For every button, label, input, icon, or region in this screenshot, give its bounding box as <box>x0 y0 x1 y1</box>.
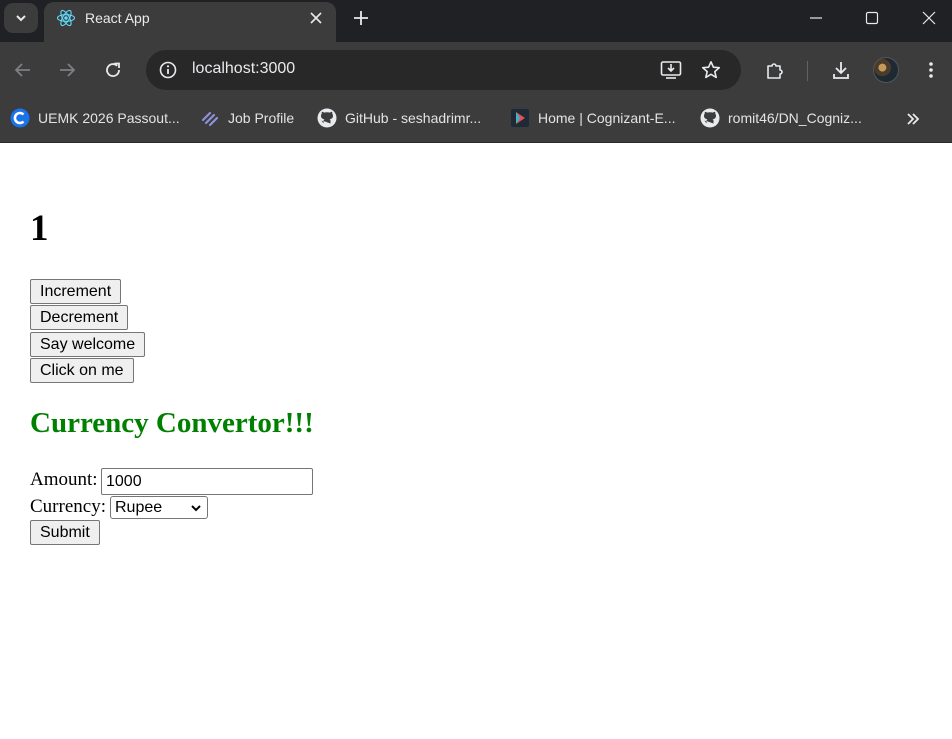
back-button[interactable] <box>9 56 37 84</box>
currency-select[interactable]: Rupee <box>110 496 208 519</box>
page-viewport: 1 Increment Decrement Say welcome Click … <box>0 143 952 739</box>
bookmark-label: UEMK 2026 Passout... <box>38 110 180 126</box>
amount-input[interactable] <box>101 468 313 495</box>
maximize-button[interactable] <box>855 5 889 31</box>
close-icon <box>922 11 936 25</box>
reload-icon <box>106 62 120 77</box>
bookmark-job-profile[interactable]: Job Profile <box>200 106 294 130</box>
arrow-left-icon <box>14 63 30 77</box>
bookmarks-overflow-button[interactable] <box>902 108 924 130</box>
decrement-button[interactable]: Decrement <box>30 305 129 330</box>
close-window-button[interactable] <box>912 5 946 31</box>
more-vertical-icon <box>929 62 933 78</box>
react-logo-icon <box>56 9 76 27</box>
amount-label: Amount: <box>30 469 98 490</box>
tab-title: React App <box>85 10 150 26</box>
forward-button[interactable] <box>53 56 81 84</box>
arrow-right-icon <box>60 63 76 77</box>
maximize-icon <box>865 11 879 25</box>
github-icon <box>700 108 720 128</box>
github-icon <box>317 108 337 128</box>
extensions-button[interactable] <box>761 56 789 84</box>
puzzle-icon <box>767 63 783 79</box>
bookmark-label: Home | Cognizant-E... <box>538 110 676 126</box>
say-welcome-button[interactable]: Say welcome <box>30 332 146 357</box>
star-icon <box>701 61 721 79</box>
chevron-down-icon <box>191 505 201 512</box>
click-on-me-button[interactable]: Click on me <box>30 358 134 383</box>
site-info-button[interactable] <box>156 58 180 82</box>
url-text[interactable]: localhost:3000 <box>192 60 295 78</box>
tab-react-app[interactable]: React App <box>44 2 336 42</box>
bookmark-label: GitHub - seshadrimr... <box>345 110 482 126</box>
new-tab-button[interactable] <box>349 6 373 30</box>
bookmark-label: romit46/DN_Cogniz... <box>728 110 862 126</box>
minimize-icon <box>810 17 822 19</box>
bookmark-github-seshadri[interactable]: GitHub - seshadrimr... <box>317 106 481 130</box>
bookmarks-bar: UEMK 2026 Passout... Job Profile GitHub … <box>0 98 952 143</box>
minimize-button[interactable] <box>799 5 833 31</box>
plus-icon <box>354 11 368 25</box>
bookmark-star-button[interactable] <box>699 58 723 82</box>
counter-value: 1 <box>30 208 49 249</box>
tab-close-button[interactable] <box>306 8 326 28</box>
install-icon <box>660 61 682 79</box>
c-logo-icon <box>10 108 30 128</box>
tab-search-button[interactable] <box>4 3 38 33</box>
increment-button[interactable]: Increment <box>30 279 122 304</box>
menu-button[interactable] <box>917 56 945 84</box>
download-icon <box>833 62 849 79</box>
info-icon <box>159 61 177 79</box>
toolbar-divider <box>807 61 808 81</box>
address-bar[interactable]: localhost:3000 <box>146 50 741 90</box>
tab-strip: React App <box>0 0 952 42</box>
link-logo-icon <box>200 108 220 128</box>
submit-button[interactable]: Submit <box>30 520 100 545</box>
currency-selected-value: Rupee <box>115 499 163 516</box>
play-logo-icon <box>510 108 530 128</box>
bookmark-uemk[interactable]: UEMK 2026 Passout... <box>10 106 180 130</box>
chevron-down-icon <box>16 15 26 22</box>
double-chevron-right-icon <box>907 113 920 125</box>
currency-label: Currency: <box>30 496 106 517</box>
reload-button[interactable] <box>99 56 127 84</box>
install-app-button[interactable] <box>659 58 683 82</box>
currency-convertor-title: Currency Convertor!!! <box>30 407 314 439</box>
browser-toolbar: localhost:3000 <box>0 42 952 98</box>
bookmark-github-romit[interactable]: romit46/DN_Cogniz... <box>700 106 862 130</box>
close-icon <box>310 12 322 24</box>
bookmark-label: Job Profile <box>228 110 295 126</box>
profile-avatar[interactable] <box>873 57 899 83</box>
bookmark-cognizant-home[interactable]: Home | Cognizant-E... <box>510 106 675 130</box>
downloads-button[interactable] <box>827 56 855 84</box>
